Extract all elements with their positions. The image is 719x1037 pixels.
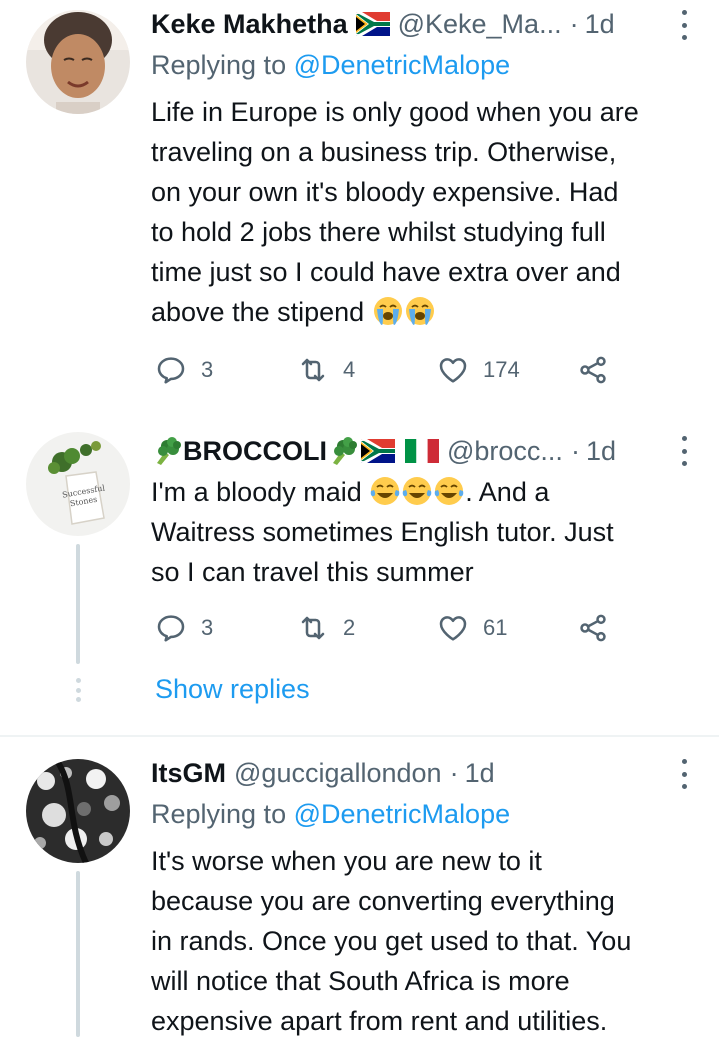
thread-line <box>76 544 80 664</box>
italy-flag-icon <box>405 439 439 463</box>
timestamp[interactable]: 1d <box>585 9 615 40</box>
broccoli-emoji-icon <box>151 436 183 466</box>
tweet-text: Life in Europe is only good when you are… <box>151 92 711 332</box>
reply-count: 3 <box>201 357 214 382</box>
more-icon[interactable] <box>679 759 689 789</box>
retweet-count: 2 <box>343 615 356 640</box>
tweet-text-line: It's worse when you are new to it <box>151 846 542 876</box>
share-icon <box>577 612 609 644</box>
tweet-itsgm[interactable]: ItsGM @guccigallondon · 1d Replying to @… <box>0 737 719 1037</box>
tears-of-joy-emoji-icon <box>401 475 433 507</box>
loudly-crying-emoji-icon <box>372 295 404 327</box>
tweet-text-line: traveling on a business trip. Otherwise, <box>151 137 617 167</box>
tweet-text-fragment: . And a <box>465 477 550 507</box>
tweet-text-fragment: I'm a bloody maid <box>151 477 362 507</box>
reply-icon <box>155 612 187 644</box>
retweet-button[interactable]: 2 <box>297 608 355 648</box>
tweet-keke[interactable]: Keke Makhetha @Keke_Ma... · 1d Replying … <box>0 0 719 410</box>
mention-link[interactable]: @DenetricMalope <box>294 50 511 80</box>
timestamp[interactable]: 1d <box>465 758 495 789</box>
tweet-header: ItsGM @guccigallondon · 1d <box>151 753 689 793</box>
tweet-text-line: expensive apart from rent and utilities. <box>151 1006 608 1036</box>
more-icon[interactable] <box>679 10 689 40</box>
tweet-text-fragment: above the stipend <box>151 297 365 327</box>
south-africa-flag-icon <box>361 439 395 463</box>
avatar-keke[interactable] <box>26 10 130 114</box>
tweet-text-line: Life in Europe is only good when you are <box>151 97 639 127</box>
tweet-text-line: because you are converting everything <box>151 886 615 916</box>
more-icon[interactable] <box>679 436 689 466</box>
like-count: 174 <box>483 357 520 382</box>
tears-of-joy-emoji-icon <box>433 475 465 507</box>
tweet-text-line: in rands. Once you get used to that. You <box>151 926 632 956</box>
reply-button[interactable]: 3 <box>155 350 213 390</box>
separator-dot: · <box>569 8 579 39</box>
reply-count: 3 <box>201 615 214 640</box>
tears-of-joy-emoji-icon <box>369 475 401 507</box>
like-icon <box>437 354 469 386</box>
tweet-text-line-with-emoji: above the stipend <box>151 292 711 332</box>
separator-dot: · <box>570 435 580 466</box>
south-africa-flag-icon <box>356 12 390 36</box>
tweet-text-line: to hold 2 jobs there whilst studying ful… <box>151 217 606 247</box>
tweet-text: I'm a bloody maid . And a Waitress somet… <box>151 472 711 592</box>
author-handle[interactable]: @brocc... <box>447 436 563 467</box>
tweet-text-line-with-emoji: I'm a bloody maid . And a <box>151 472 711 512</box>
timestamp[interactable]: 1d <box>586 436 616 467</box>
like-button[interactable]: 61 <box>437 608 507 648</box>
tweet-actions: 3 2 61 <box>155 608 625 648</box>
author-name[interactable]: ItsGM <box>151 758 226 789</box>
like-button[interactable]: 174 <box>437 350 520 390</box>
show-replies-link[interactable]: Show replies <box>155 674 310 705</box>
like-icon <box>437 612 469 644</box>
reply-button[interactable]: 3 <box>155 608 213 648</box>
thread-line <box>76 871 80 1037</box>
retweet-button[interactable]: 4 <box>297 350 355 390</box>
tweet-text-line: so I can travel this summer <box>151 557 474 587</box>
replying-to: Replying to @DenetricMalope <box>151 50 510 81</box>
share-button[interactable] <box>577 608 623 648</box>
author-name[interactable]: BROCCOLI <box>183 436 327 467</box>
tweet-actions: 3 4 174 <box>155 350 625 390</box>
tweet-text-line: on your own it's bloody expensive. Had <box>151 177 619 207</box>
replying-to: Replying to @DenetricMalope <box>151 799 510 830</box>
tweet-broccoli[interactable]: Successful Stones BROCCOLI @brocc... · 1… <box>0 410 719 730</box>
thread-continuation-dots <box>74 678 82 702</box>
tweet-header: BROCCOLI @brocc... · 1d <box>151 431 689 471</box>
replying-to-label: Replying to <box>151 50 287 80</box>
like-count: 61 <box>483 615 508 640</box>
author-handle[interactable]: @guccigallondon <box>234 758 442 789</box>
avatar-itsgm[interactable] <box>26 759 130 863</box>
share-icon <box>577 354 609 386</box>
mention-link[interactable]: @DenetricMalope <box>294 799 511 829</box>
avatar-broccoli[interactable]: Successful Stones <box>26 432 130 536</box>
reply-icon <box>155 354 187 386</box>
share-button[interactable] <box>577 350 623 390</box>
retweet-icon <box>297 354 329 386</box>
loudly-crying-emoji-icon <box>404 295 436 327</box>
tweet-text-line: Waitress sometimes English tutor. Just <box>151 517 614 547</box>
separator-dot: · <box>449 757 459 788</box>
tweet-text: It's worse when you are new to it becaus… <box>151 841 711 1037</box>
retweet-count: 4 <box>343 357 356 382</box>
retweet-icon <box>297 612 329 644</box>
tweet-header: Keke Makhetha @Keke_Ma... · 1d <box>151 4 689 44</box>
replying-to-label: Replying to <box>151 799 287 829</box>
author-handle[interactable]: @Keke_Ma... <box>398 9 562 40</box>
author-name[interactable]: Keke Makhetha <box>151 9 348 40</box>
broccoli-emoji-icon <box>327 436 359 466</box>
tweet-text-line: time just so I could have extra over and <box>151 257 621 287</box>
tweet-text-line: will notice that South Africa is more <box>151 966 570 996</box>
